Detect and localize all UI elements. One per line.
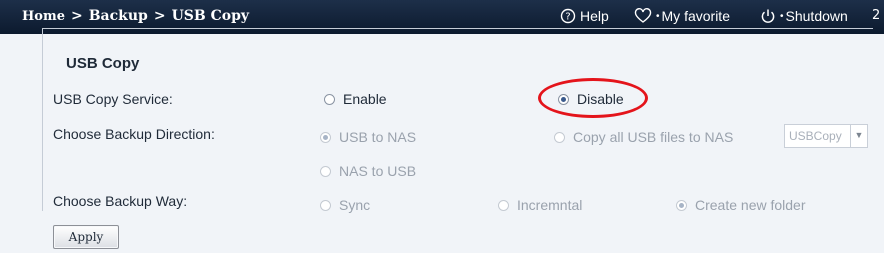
radio-label: USB to NAS	[339, 129, 417, 145]
radio-label: Create new folder	[695, 197, 806, 213]
way-incremental-radio[interactable]: Incremntal	[498, 197, 582, 213]
chevron-down-icon[interactable]: ▼	[850, 125, 867, 147]
usb-copy-fieldset	[42, 28, 873, 211]
apply-button[interactable]: Apply	[53, 225, 119, 249]
way-label: Choose Backup Way:	[53, 193, 188, 209]
radio-circle	[554, 131, 565, 143]
direction-label: Choose Backup Direction:	[53, 126, 215, 142]
breadcrumb-section[interactable]: Backup	[89, 8, 148, 24]
direction-usb-to-nas-radio[interactable]: USB to NAS	[320, 129, 416, 145]
help-icon: ?	[560, 8, 576, 24]
radio-circle	[320, 165, 331, 177]
overflow-icon[interactable]: 2	[872, 8, 880, 23]
help-link[interactable]: ? Help	[560, 8, 609, 24]
breadcrumb-home[interactable]: Home	[22, 9, 65, 24]
service-label: USB Copy Service:	[53, 91, 173, 107]
radio-circle-checked	[320, 131, 331, 143]
help-label: Help	[580, 8, 609, 24]
breadcrumb: Home > Backup > USB Copy	[22, 8, 249, 24]
svg-text:?: ?	[565, 12, 570, 23]
power-icon	[761, 9, 775, 23]
direction-nas-to-usb-radio[interactable]: NAS to USB	[320, 163, 416, 179]
heart-icon	[634, 8, 652, 23]
fieldset-legend: USB Copy	[60, 55, 146, 72]
radio-label: Copy all USB files to NAS	[573, 129, 734, 145]
radio-circle	[498, 199, 509, 211]
breadcrumb-page: USB Copy	[171, 8, 249, 24]
breadcrumb-separator: >	[153, 8, 166, 24]
breadcrumb-separator: >	[70, 8, 83, 24]
favorite-label: My favorite	[661, 8, 730, 24]
radio-label: Sync	[339, 197, 371, 213]
favorite-link[interactable]: • My favorite	[634, 8, 730, 24]
way-new-folder-radio[interactable]: Create new folder	[676, 197, 806, 213]
radio-circle	[320, 199, 331, 211]
shutdown-link[interactable]: • Shutdown	[760, 8, 848, 24]
radio-label: Enable	[343, 91, 387, 107]
radio-circle	[324, 93, 335, 105]
radio-label: Incremntal	[517, 197, 583, 213]
direction-copy-all-radio[interactable]: Copy all USB files to NAS	[554, 129, 733, 145]
usbcopy-folder-select[interactable]: USBCopy ▼	[784, 124, 868, 148]
radio-circle-checked	[676, 199, 687, 211]
select-value: USBCopy	[789, 129, 842, 143]
radio-label: NAS to USB	[339, 163, 417, 179]
way-sync-radio[interactable]: Sync	[320, 197, 370, 213]
service-enable-radio[interactable]: Enable	[324, 91, 387, 107]
dropdown-dot-icon: •	[780, 10, 784, 22]
shutdown-label: Shutdown	[785, 8, 848, 24]
dropdown-dot-icon: •	[656, 10, 660, 22]
highlight-ring	[538, 78, 648, 118]
